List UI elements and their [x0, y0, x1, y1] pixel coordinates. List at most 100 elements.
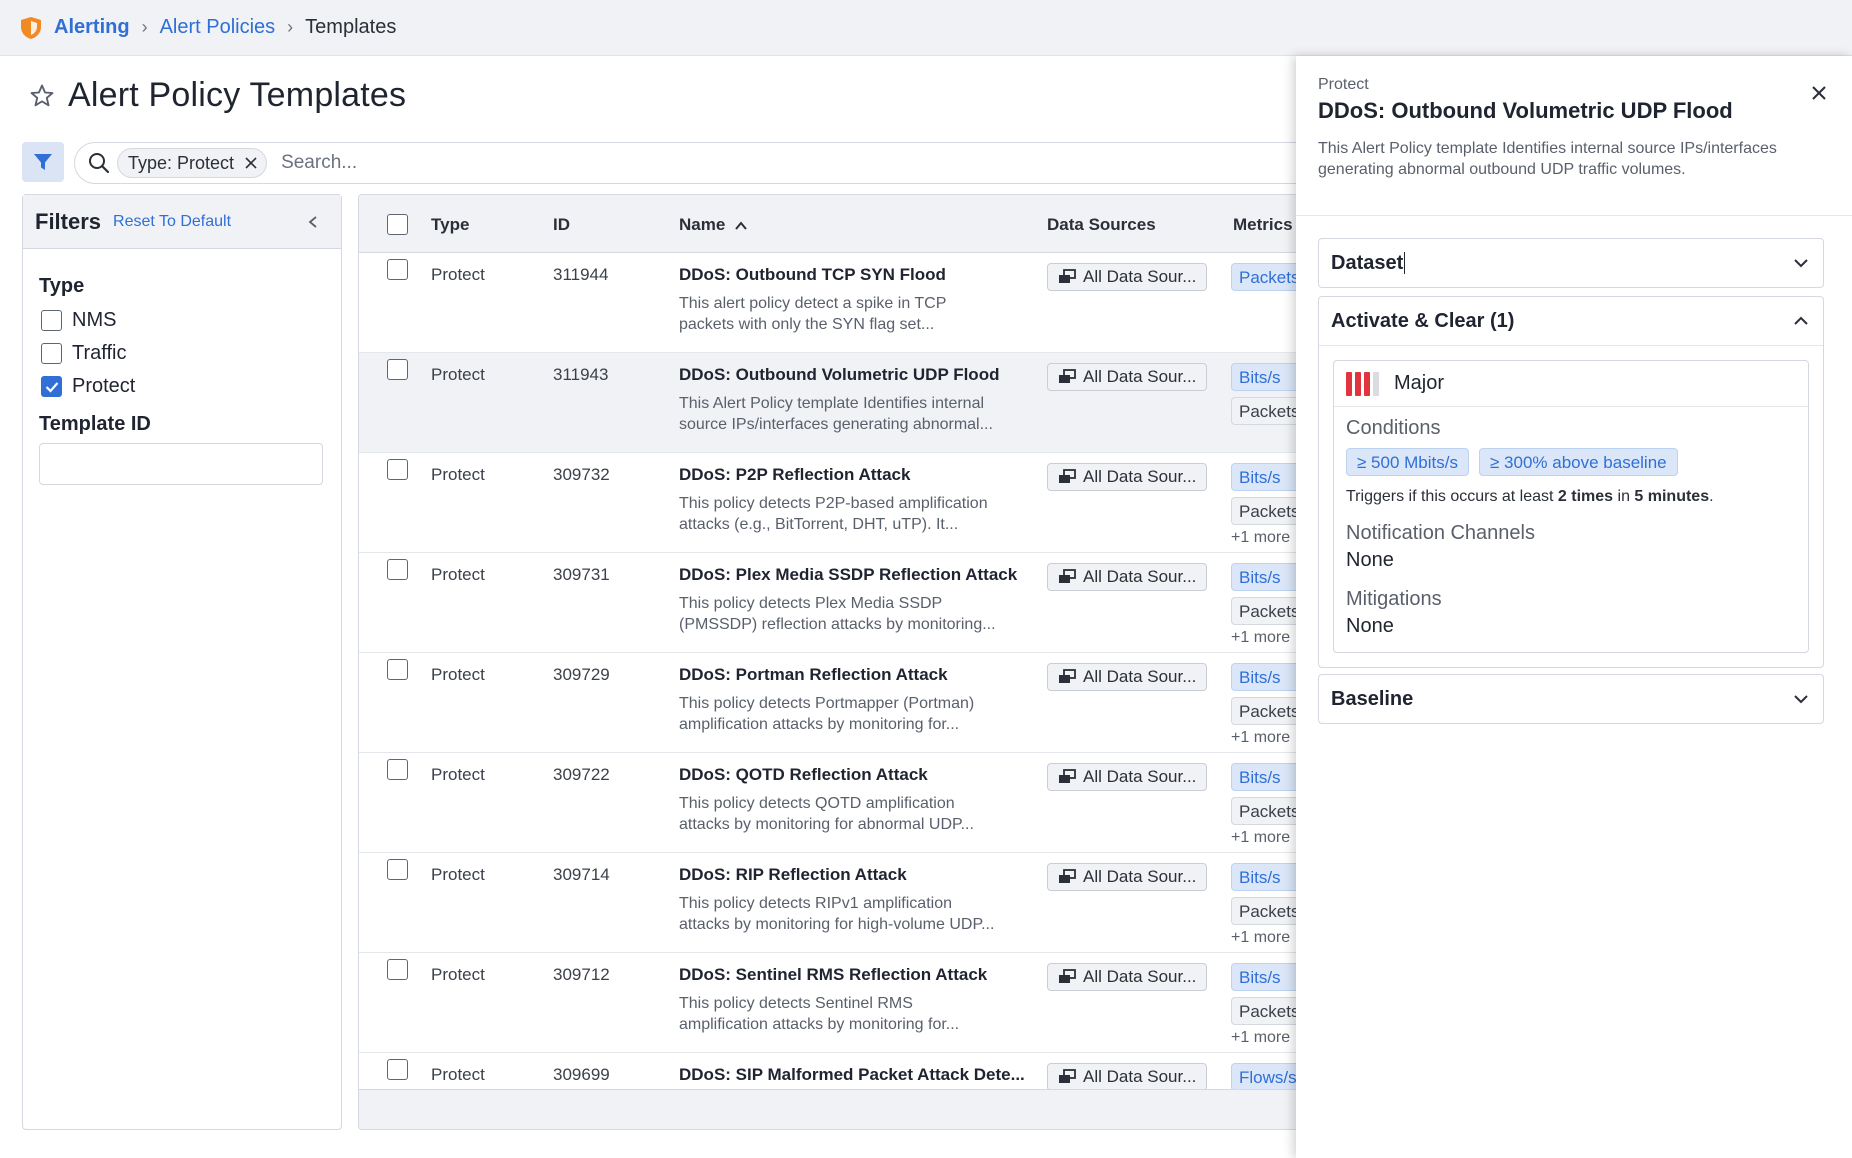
row-metrics: Bits/s Packets/s +1 more: [1231, 463, 1297, 547]
breadcrumb-alerting[interactable]: Alerting: [54, 16, 130, 39]
dataset-accordion-header[interactable]: Dataset: [1319, 239, 1823, 287]
row-id: 309731: [553, 565, 610, 584]
table-footer: [359, 1089, 1297, 1129]
data-source-badge[interactable]: All Data Sour...: [1047, 463, 1208, 491]
row-id: 311943: [553, 365, 609, 384]
row-checkbox[interactable]: [387, 459, 408, 480]
table-row[interactable]: Protect 309731 DDoS: Plex Media SSDP Refle…: [359, 553, 1297, 653]
row-name-cell: DDoS: QOTD Reflection Attack This policy …: [679, 765, 1034, 835]
data-source-badge[interactable]: All Data Sour...: [1047, 563, 1208, 591]
data-source-badge[interactable]: All Data Sour...: [1047, 263, 1208, 291]
activate-clear-accordion[interactable]: Activate & Clear (1) Major Conditions ≥ …: [1318, 296, 1824, 668]
more-metrics-link[interactable]: +1 more: [1231, 829, 1297, 847]
template-id-input[interactable]: [39, 443, 323, 485]
type-option-nms[interactable]: NMS: [41, 309, 116, 332]
table-row[interactable]: Protect 309712 DDoS: Sentinel RMS Reflecti…: [359, 953, 1297, 1053]
chevron-left-icon[interactable]: [307, 215, 319, 229]
data-source-badge[interactable]: All Data Sour...: [1047, 863, 1208, 891]
condition-badge: ≥ 500 Mbits/s: [1346, 448, 1469, 476]
row-metrics: Packets/s: [1231, 263, 1297, 297]
row-description: This policy detects Portmapper (Portman)…: [679, 695, 975, 733]
table-row[interactable]: Protect 309722 DDoS: QOTD Reflection Attac…: [359, 753, 1297, 853]
row-checkbox[interactable]: [387, 859, 408, 880]
reset-to-default-link[interactable]: Reset To Default: [113, 213, 231, 231]
column-type[interactable]: Type: [431, 215, 469, 235]
more-metrics-link[interactable]: +1 more: [1231, 729, 1297, 747]
metric-badge: Bits/s: [1231, 363, 1297, 391]
column-metrics[interactable]: Metrics: [1233, 215, 1293, 235]
baseline-accordion-header[interactable]: Baseline: [1319, 675, 1823, 723]
close-icon[interactable]: [244, 156, 258, 170]
star-icon[interactable]: [28, 82, 56, 110]
severity-details: Conditions ≥ 500 Mbits/s ≥ 300% above ba…: [1334, 407, 1808, 652]
chevron-down-icon: [1794, 259, 1808, 268]
filter-toggle-button[interactable]: [22, 142, 64, 182]
table-row[interactable]: Protect 309729 DDoS: Portman Reflection At…: [359, 653, 1297, 753]
search-input[interactable]: [281, 152, 1182, 174]
more-metrics-link[interactable]: +1 more: [1231, 929, 1297, 947]
row-name[interactable]: DDoS: QOTD Reflection Attack: [679, 765, 1034, 785]
row-checkbox[interactable]: [387, 1059, 408, 1080]
sort-ascending-icon: [735, 220, 747, 230]
row-name[interactable]: DDoS: Outbound Volumetric UDP Flood: [679, 365, 1034, 385]
row-name[interactable]: DDoS: SIP Malformed Packet Attack Dete..…: [679, 1065, 1034, 1085]
select-all-checkbox[interactable]: [387, 214, 408, 235]
row-name[interactable]: DDoS: P2P Reflection Attack: [679, 465, 1034, 485]
row-checkbox[interactable]: [387, 759, 408, 780]
row-type: Protect: [431, 565, 485, 584]
row-id: 309699: [553, 1065, 610, 1084]
data-source-badge[interactable]: All Data Sour...: [1047, 663, 1208, 691]
column-name-sort[interactable]: Name: [679, 215, 748, 235]
data-source-badge[interactable]: All Data Sour...: [1047, 763, 1208, 791]
data-source-badge[interactable]: All Data Sour...: [1047, 363, 1208, 391]
table-row[interactable]: Protect 309714 DDoS: RIP Reflection Attack…: [359, 853, 1297, 953]
metric-badge: Bits/s: [1231, 863, 1297, 891]
data-sources-icon: [1059, 669, 1076, 683]
row-type: Protect: [431, 465, 485, 484]
type-option-label: NMS: [72, 309, 117, 331]
row-checkbox[interactable]: [387, 659, 408, 680]
row-name[interactable]: DDoS: Sentinel RMS Reflection Attack: [679, 965, 1034, 985]
column-id[interactable]: ID: [553, 215, 570, 235]
row-checkbox[interactable]: [387, 359, 408, 380]
breadcrumb-alert-policies[interactable]: Alert Policies: [160, 16, 276, 39]
row-type: Protect: [431, 1065, 485, 1084]
close-icon[interactable]: [1810, 84, 1828, 102]
data-sources-icon: [1059, 369, 1076, 383]
table-row[interactable]: Protect 311944 DDoS: Outbound TCP SYN Floo…: [359, 253, 1297, 353]
row-name[interactable]: DDoS: Plex Media SSDP Reflection Attack: [679, 565, 1034, 585]
dataset-accordion[interactable]: Dataset: [1318, 238, 1824, 288]
row-name[interactable]: DDoS: Portman Reflection Attack: [679, 665, 1034, 685]
search-bar[interactable]: Type: Protect: [74, 142, 1374, 184]
traffic-checkbox[interactable]: [41, 343, 62, 364]
row-name[interactable]: DDoS: RIP Reflection Attack: [679, 865, 1034, 885]
column-data-sources[interactable]: Data Sources: [1047, 215, 1156, 235]
baseline-accordion[interactable]: Baseline: [1318, 674, 1824, 724]
more-metrics-link[interactable]: +1 more: [1231, 1029, 1297, 1047]
data-sources-icon: [1059, 269, 1076, 283]
row-description: This policy detects QOTD amplification at…: [679, 795, 974, 833]
nms-checkbox[interactable]: [41, 310, 62, 331]
filters-title: Filters: [35, 208, 102, 234]
data-sources-icon: [1059, 1069, 1076, 1083]
row-checkbox[interactable]: [387, 259, 408, 280]
type-option-traffic[interactable]: Traffic: [41, 342, 126, 365]
trigger-text: Triggers if this occurs at least 2 times…: [1346, 488, 1714, 505]
metric-badge: Flows/s: [1231, 1063, 1297, 1091]
type-option-protect[interactable]: Protect: [41, 375, 135, 398]
table-row[interactable]: Protect 309732 DDoS: P2P Reflection Attack…: [359, 453, 1297, 553]
row-checkbox[interactable]: [387, 959, 408, 980]
more-metrics-link[interactable]: +1 more: [1231, 529, 1297, 547]
more-metrics-link[interactable]: +1 more: [1231, 629, 1297, 647]
data-source-badge[interactable]: All Data Sour...: [1047, 1063, 1208, 1091]
data-source-badge[interactable]: All Data Sour...: [1047, 963, 1208, 991]
protect-checkbox[interactable]: [41, 376, 62, 397]
row-checkbox[interactable]: [387, 559, 408, 580]
panel-description: This Alert Policy template Identifies in…: [1318, 140, 1777, 178]
activate-clear-accordion-header[interactable]: Activate & Clear (1): [1319, 297, 1823, 345]
row-name[interactable]: DDoS: Outbound TCP SYN Flood: [679, 265, 1034, 285]
data-sources-icon: [1059, 769, 1076, 783]
filter-icon: [34, 154, 52, 170]
row-name-cell: DDoS: Portman Reflection Attack This poli…: [679, 665, 1034, 735]
table-row[interactable]: Protect 311943 DDoS: Outbound Volumetric U…: [359, 353, 1297, 453]
